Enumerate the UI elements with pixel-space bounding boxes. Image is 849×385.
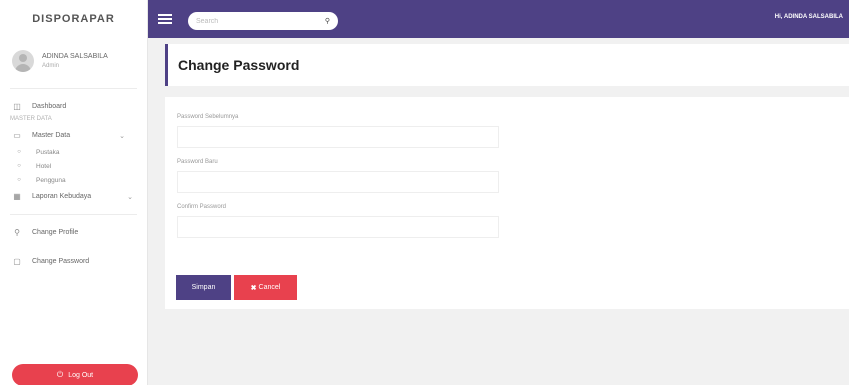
divider [10,88,137,89]
sidebar-item-label: Change Password [32,258,90,265]
search-box: ⚲ [188,12,338,30]
cancel-button[interactable]: ✖ Cancel [234,275,297,300]
divider [10,214,137,215]
user-status: Admin [42,63,60,69]
user-panel: ADINDA SALSABILA Admin [0,38,147,80]
sidebar-item-label: Pustaka [36,148,60,156]
sidebar-subitem-hotel[interactable]: ○ Hotel [0,159,147,173]
section-label: MASTER DATA [10,116,52,122]
content-header: Change Password [165,44,849,86]
circle-icon: ○ [17,149,21,155]
power-icon: ⏻ [56,370,64,379]
confirm-password-label: Confirm Password [177,204,227,210]
form-actions: Simpan ✖ Cancel [176,275,297,300]
top-navbar: ⚲ Hi, ADINDA SALSABILA [148,0,849,38]
form-group-confirm-password: Confirm Password [177,204,839,238]
new-password-field[interactable] [177,171,499,193]
sidebar-subitem-pengguna[interactable]: ○ Pengguna [0,173,147,187]
sidebar-item-label: Hotel [36,162,52,170]
sidebar-item-label: Laporan Kebudaya [32,193,92,200]
user-icon: ⚲ [14,228,20,237]
sidebar-subitem-pustaka[interactable]: ○ Pustaka [0,145,147,159]
menu-toggle-icon[interactable] [158,12,172,26]
sidebar-item-dashboard[interactable]: ◫ Dashboard [0,97,147,116]
sidebar-item-label: Change Profile [32,229,79,236]
new-password-label: Password Baru [177,159,218,165]
cancel-label: Cancel [258,284,281,291]
sidebar-item-label: Dashboard [32,103,67,110]
brand-logo: DISPORAPAR [32,13,115,25]
old-password-label: Password Sebelumnya [177,114,239,120]
close-icon: ✖ [250,284,257,292]
search-icon[interactable]: ⚲ [325,17,330,25]
avatar [12,50,34,72]
save-button[interactable]: Simpan [176,275,231,300]
folder-icon: ▭ [13,131,21,140]
user-name: ADINDA SALSABILA [42,53,108,60]
sidebar-item-change-password[interactable]: ▢ Change Password [0,252,147,271]
sidebar-item-label: Pengguna [36,176,66,184]
circle-icon: ○ [17,163,21,169]
sidebar-item-master-data[interactable]: ▭ Master Data ⌄ [0,126,147,145]
change-password-form: Password Sebelumnya Password Baru Confir… [165,97,849,309]
dashboard-icon: ◫ [13,102,21,111]
navbar-user-greeting[interactable]: Hi, ADINDA SALSABILA [775,14,843,20]
sidebar-item-label: Master Data [32,132,71,139]
circle-icon: ○ [17,177,21,183]
logout-label: Log Out [68,371,94,379]
report-icon: ▦ [13,192,21,201]
form-group-old-password: Password Sebelumnya [177,114,839,148]
chevron-down-icon: ⌄ [119,132,125,140]
chevron-down-icon: ⌄ [127,193,133,201]
page-title: Change Password [178,57,300,73]
sidebar-item-change-profile[interactable]: ⚲ Change Profile [0,223,147,242]
lock-icon: ▢ [13,257,21,266]
confirm-password-field[interactable] [177,216,499,238]
sidebar-item-laporan[interactable]: ▦ Laporan Kebudaya ⌄ [0,187,147,206]
search-input[interactable] [196,17,316,25]
old-password-field[interactable] [177,126,499,148]
sidebar: DISPORAPAR ADINDA SALSABILA Admin ◫ Dash… [0,0,148,385]
form-group-new-password: Password Baru [177,159,839,193]
logout-button[interactable]: ⏻ Log Out [12,364,138,385]
